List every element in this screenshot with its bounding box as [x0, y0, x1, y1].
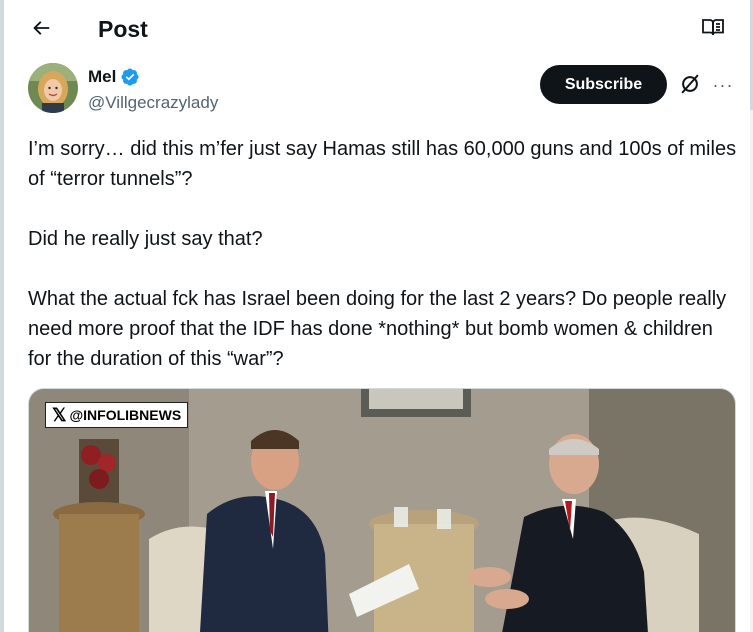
x-logo-icon: 𝕏: [52, 405, 67, 425]
back-button[interactable]: [22, 11, 60, 49]
left-column-border: [0, 0, 4, 632]
grok-icon: [679, 73, 701, 100]
subscribe-button[interactable]: Subscribe: [540, 65, 667, 104]
more-horizontal-icon: ···: [712, 74, 734, 95]
author-name-row[interactable]: Mel: [88, 66, 140, 88]
reader-mode-button[interactable]: [696, 12, 730, 46]
post-paragraph: Did he really just say that?: [28, 228, 263, 250]
video-watermark: 𝕏 @INFOLIBNEWS: [45, 402, 189, 428]
avatar[interactable]: [28, 63, 78, 113]
verified-badge-icon[interactable]: [120, 67, 140, 87]
post-text: I’m sorry… did this m’fer just say Hamas…: [28, 134, 740, 374]
page-title: Post: [98, 16, 148, 42]
post-paragraph: I’m sorry… did this m’fer just say Hamas…: [28, 138, 737, 190]
author-name[interactable]: Mel: [88, 66, 116, 88]
post-header: Post: [0, 0, 753, 58]
arrow-left-icon: [30, 17, 52, 44]
more-options-button[interactable]: ···: [710, 74, 736, 96]
watermark-text: @INFOLIBNEWS: [69, 407, 182, 423]
post-paragraph: What the actual fck has Israel been doin…: [28, 288, 727, 370]
video-media[interactable]: 𝕏 @INFOLIBNEWS: [28, 388, 736, 632]
grok-button[interactable]: [676, 72, 704, 100]
author-handle[interactable]: @Villgecrazylady: [88, 92, 218, 114]
book-open-icon: [701, 15, 725, 44]
